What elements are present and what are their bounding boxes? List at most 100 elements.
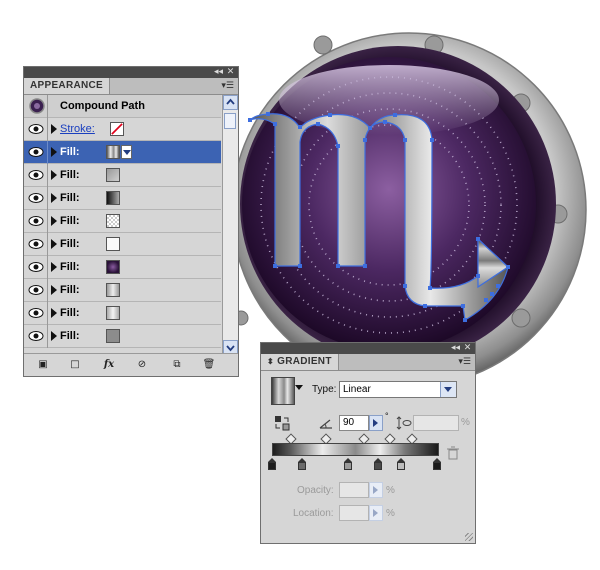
fill-swatch-dropdown[interactable] xyxy=(121,145,132,159)
appearance-footer: ▣ □ fx ⊘ ⧉ 🗑 xyxy=(24,353,238,376)
appearance-row-fill[interactable]: Fill: xyxy=(24,210,221,233)
expand-triangle-icon[interactable] xyxy=(51,124,57,134)
compound-path-label: Compound Path xyxy=(60,100,145,112)
appearance-row-fill[interactable]: Fill: xyxy=(24,279,221,302)
visibility-eye-icon[interactable] xyxy=(27,283,45,297)
expand-triangle-icon[interactable] xyxy=(51,216,57,226)
stroke-none-swatch[interactable] xyxy=(110,122,124,136)
angle-icon xyxy=(319,419,332,429)
visibility-eye-icon[interactable] xyxy=(27,168,45,182)
fill-swatch[interactable] xyxy=(106,191,120,205)
expand-triangle-icon[interactable] xyxy=(51,239,57,249)
visibility-eye-icon[interactable] xyxy=(27,329,45,343)
fill-label: Fill: xyxy=(60,261,80,273)
reverse-gradient-icon[interactable] xyxy=(274,415,290,431)
appearance-list: Compound Path Stroke: Fill: Fill: Fill: … xyxy=(24,95,221,353)
appearance-scrollbar[interactable] xyxy=(222,95,238,355)
opacity-input[interactable] xyxy=(339,482,369,498)
fill-swatch[interactable] xyxy=(106,214,120,228)
angle-stepper[interactable] xyxy=(369,415,383,431)
stroke-label[interactable]: Stroke: xyxy=(60,123,95,135)
expand-triangle-icon[interactable] xyxy=(51,193,57,203)
gradient-type-select[interactable]: Linear xyxy=(339,381,457,398)
close-icon[interactable]: ✕ xyxy=(462,343,473,354)
gradient-slider-bar[interactable] xyxy=(272,443,439,456)
collapse-icon[interactable]: ◂◂ xyxy=(213,67,224,78)
expand-triangle-icon[interactable] xyxy=(51,285,57,295)
angle-value: 90 xyxy=(343,417,355,428)
fill-swatch[interactable] xyxy=(106,168,120,182)
fill-label: Fill: xyxy=(60,146,80,158)
visibility-eye-icon[interactable] xyxy=(27,237,45,251)
add-stroke-icon[interactable]: □ xyxy=(68,358,82,372)
clear-appearance-icon[interactable]: ⊘ xyxy=(135,358,149,372)
delete-stop-icon[interactable] xyxy=(446,446,460,460)
aspect-ratio-input[interactable] xyxy=(413,415,459,431)
gradient-stop[interactable] xyxy=(268,458,276,470)
location-input[interactable] xyxy=(339,505,369,521)
panel-menu-icon[interactable]: ▾☰ xyxy=(458,355,471,369)
gradient-stop[interactable] xyxy=(343,458,352,470)
fill-swatch[interactable] xyxy=(106,329,120,343)
appearance-row-fill[interactable]: Fill: xyxy=(24,164,221,187)
expand-triangle-icon[interactable] xyxy=(51,170,57,180)
collapse-icon[interactable]: ◂◂ xyxy=(450,343,461,354)
new-art-basic-icon[interactable]: ▣ xyxy=(36,358,50,372)
expand-triangle-icon[interactable] xyxy=(51,147,57,157)
expand-triangle-icon[interactable] xyxy=(51,262,57,272)
expand-triangle-icon[interactable] xyxy=(51,308,57,318)
delete-icon[interactable]: 🗑 xyxy=(202,358,216,372)
fill-swatch[interactable] xyxy=(106,145,120,159)
type-label: Type: xyxy=(312,384,337,395)
visibility-eye-icon[interactable] xyxy=(27,260,45,274)
panel-title-bar[interactable]: ◂◂ ✕ xyxy=(261,343,475,354)
angle-input[interactable]: 90 xyxy=(339,415,369,431)
panel-title-bar[interactable]: ◂◂ ✕ xyxy=(24,67,238,78)
scroll-thumb[interactable] xyxy=(224,113,236,129)
appearance-row-fill[interactable]: Fill: xyxy=(24,187,221,210)
visibility-eye-icon[interactable] xyxy=(27,122,45,136)
visibility-eye-icon[interactable] xyxy=(27,145,45,159)
gradient-stop[interactable] xyxy=(396,458,405,470)
visibility-eye-icon[interactable] xyxy=(27,191,45,205)
gradient-swatch-dropdown-icon[interactable] xyxy=(295,385,303,390)
tab-gradient[interactable]: ⬍ GRADIENT xyxy=(261,354,339,370)
appearance-row-stroke[interactable]: Stroke: xyxy=(24,118,221,141)
opacity-label: Opacity: xyxy=(297,485,334,496)
location-unit: % xyxy=(386,508,395,519)
panel-menu-icon[interactable]: ▾☰ xyxy=(221,79,234,93)
visibility-eye-icon[interactable] xyxy=(27,214,45,228)
duplicate-item-icon[interactable]: ⧉ xyxy=(170,358,184,372)
expand-triangle-icon[interactable] xyxy=(51,331,57,341)
close-icon[interactable]: ✕ xyxy=(225,67,236,78)
appearance-row-fill[interactable]: Fill: xyxy=(24,302,221,325)
location-stepper[interactable] xyxy=(369,505,383,521)
gradient-tab-label: GRADIENT xyxy=(277,356,332,367)
opacity-stepper[interactable] xyxy=(369,482,383,498)
fx-icon[interactable]: fx xyxy=(102,358,116,372)
fill-swatch[interactable] xyxy=(106,306,120,320)
appearance-row-fill[interactable]: Fill: xyxy=(24,256,221,279)
fill-label: Fill: xyxy=(60,169,80,181)
appearance-row-fill[interactable]: Fill: xyxy=(24,325,221,348)
fill-swatch[interactable] xyxy=(106,283,120,297)
gradient-stop[interactable] xyxy=(297,458,306,470)
appearance-row-fill[interactable]: Fill: xyxy=(24,233,221,256)
chevron-down-icon[interactable] xyxy=(440,382,456,397)
location-label: Location: xyxy=(293,508,334,519)
appearance-row-fill-selected[interactable]: Fill: xyxy=(24,141,221,164)
gradient-panel: ◂◂ ✕ ⬍ GRADIENT ▾☰ Type: Linear 90 ° % O… xyxy=(260,342,476,544)
gradient-stop[interactable] xyxy=(433,458,441,470)
tab-appearance[interactable]: APPEARANCE xyxy=(24,78,111,94)
visibility-eye-icon[interactable] xyxy=(27,306,45,320)
scroll-up-arrow[interactable] xyxy=(223,95,238,110)
fill-swatch[interactable] xyxy=(106,260,120,274)
resize-grip-icon[interactable] xyxy=(465,533,473,541)
angle-unit: ° xyxy=(385,411,389,421)
fill-swatch[interactable] xyxy=(106,237,120,251)
fill-label: Fill: xyxy=(60,215,80,227)
fill-label: Fill: xyxy=(60,284,80,296)
compound-path-header[interactable]: Compound Path xyxy=(24,95,221,118)
gradient-stop[interactable] xyxy=(373,458,382,470)
gradient-preview-swatch[interactable] xyxy=(271,377,295,405)
